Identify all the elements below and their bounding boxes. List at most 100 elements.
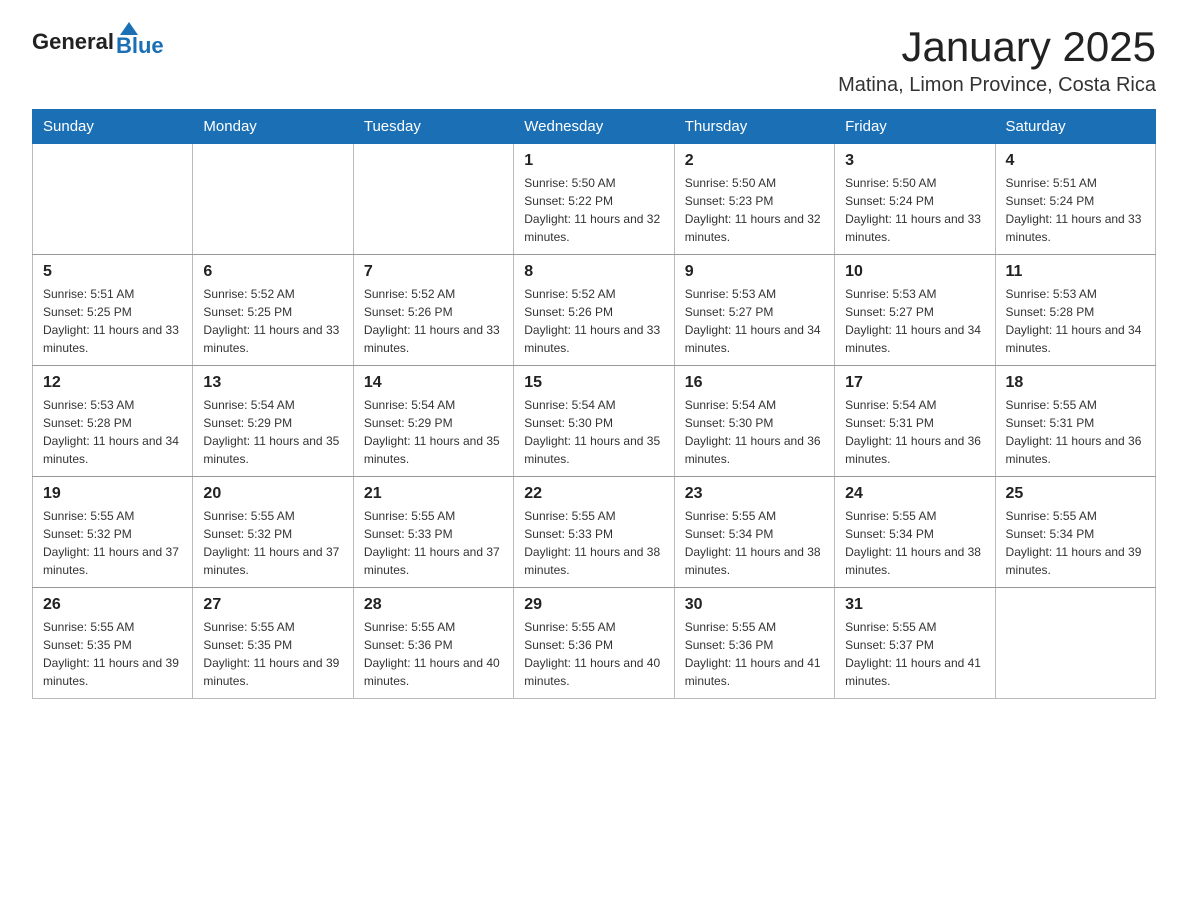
day-number: 5 (43, 263, 182, 281)
day-number: 9 (685, 263, 824, 281)
weekday-header-wednesday: Wednesday (514, 110, 674, 144)
day-number: 16 (685, 374, 824, 392)
logo-text-blue: Blue (116, 33, 164, 59)
page-header: General Blue January 2025 Matina, Limon … (32, 24, 1156, 97)
day-info: Sunrise: 5:53 AMSunset: 5:28 PMDaylight:… (43, 396, 182, 468)
day-info: Sunrise: 5:52 AMSunset: 5:26 PMDaylight:… (524, 285, 663, 357)
calendar-cell: 8 Sunrise: 5:52 AMSunset: 5:26 PMDaylight… (514, 255, 674, 366)
weekday-header-sunday: Sunday (33, 110, 193, 144)
location-title: Matina, Limon Province, Costa Rica (838, 74, 1156, 97)
calendar-cell: 27 Sunrise: 5:55 AMSunset: 5:35 PMDayligh… (193, 588, 353, 699)
day-number: 3 (845, 152, 984, 170)
day-info: Sunrise: 5:53 AMSunset: 5:27 PMDaylight:… (685, 285, 824, 357)
weekday-header-thursday: Thursday (674, 110, 834, 144)
day-number: 29 (524, 596, 663, 614)
day-number: 22 (524, 485, 663, 503)
calendar-cell: 6 Sunrise: 5:52 AMSunset: 5:25 PMDaylight… (193, 255, 353, 366)
day-info: Sunrise: 5:55 AMSunset: 5:36 PMDaylight:… (524, 618, 663, 690)
day-info: Sunrise: 5:54 AMSunset: 5:30 PMDaylight:… (685, 396, 824, 468)
calendar-cell: 30 Sunrise: 5:55 AMSunset: 5:36 PMDayligh… (674, 588, 834, 699)
day-number: 6 (203, 263, 342, 281)
calendar-cell: 2Sunrise: 5:50 AMSunset: 5:23 PMDaylight… (674, 144, 834, 255)
weekday-header-monday: Monday (193, 110, 353, 144)
day-number: 21 (364, 485, 503, 503)
day-info: Sunrise: 5:55 AMSunset: 5:32 PMDaylight:… (203, 507, 342, 579)
calendar-cell: 10Sunrise: 5:53 AMSunset: 5:27 PMDayligh… (835, 255, 995, 366)
day-number: 10 (845, 263, 984, 281)
day-number: 31 (845, 596, 984, 614)
calendar-cell: 29 Sunrise: 5:55 AMSunset: 5:36 PMDayligh… (514, 588, 674, 699)
day-number: 11 (1006, 263, 1145, 281)
day-info: Sunrise: 5:55 AMSunset: 5:35 PMDaylight:… (203, 618, 342, 690)
day-info: Sunrise: 5:55 AMSunset: 5:34 PMDaylight:… (845, 507, 984, 579)
day-number: 15 (524, 374, 663, 392)
calendar-cell: 4 Sunrise: 5:51 AMSunset: 5:24 PMDaylight… (995, 144, 1155, 255)
day-info: Sunrise: 5:54 AMSunset: 5:29 PMDaylight:… (203, 396, 342, 468)
calendar-cell: 20Sunrise: 5:55 AMSunset: 5:32 PMDayligh… (193, 477, 353, 588)
day-number: 12 (43, 374, 182, 392)
calendar-row-1: 5 Sunrise: 5:51 AMSunset: 5:25 PMDaylight… (33, 255, 1156, 366)
day-info: Sunrise: 5:52 AMSunset: 5:25 PMDaylight:… (203, 285, 342, 357)
weekday-header-tuesday: Tuesday (353, 110, 513, 144)
logo: General Blue (32, 24, 164, 59)
day-number: 8 (524, 263, 663, 281)
calendar-cell (353, 144, 513, 255)
day-info: Sunrise: 5:55 AMSunset: 5:33 PMDaylight:… (524, 507, 663, 579)
calendar-cell: 13 Sunrise: 5:54 AMSunset: 5:29 PMDayligh… (193, 366, 353, 477)
day-number: 30 (685, 596, 824, 614)
day-info: Sunrise: 5:53 AMSunset: 5:28 PMDaylight:… (1006, 285, 1145, 357)
calendar-cell (33, 144, 193, 255)
calendar-cell: 24 Sunrise: 5:55 AMSunset: 5:34 PMDayligh… (835, 477, 995, 588)
day-number: 24 (845, 485, 984, 503)
calendar-cell: 15 Sunrise: 5:54 AMSunset: 5:30 PMDayligh… (514, 366, 674, 477)
calendar-row-4: 26 Sunrise: 5:55 AMSunset: 5:35 PMDayligh… (33, 588, 1156, 699)
calendar-cell: 21Sunrise: 5:55 AMSunset: 5:33 PMDayligh… (353, 477, 513, 588)
day-info: Sunrise: 5:55 AMSunset: 5:32 PMDaylight:… (43, 507, 182, 579)
logo-text-general: General (32, 29, 114, 55)
calendar-cell: 7Sunrise: 5:52 AMSunset: 5:26 PMDaylight… (353, 255, 513, 366)
day-info: Sunrise: 5:55 AMSunset: 5:35 PMDaylight:… (43, 618, 182, 690)
day-number: 18 (1006, 374, 1145, 392)
calendar-cell: 28Sunrise: 5:55 AMSunset: 5:36 PMDayligh… (353, 588, 513, 699)
month-title: January 2025 (838, 24, 1156, 70)
day-info: Sunrise: 5:55 AMSunset: 5:34 PMDaylight:… (1006, 507, 1145, 579)
calendar-cell: 16 Sunrise: 5:54 AMSunset: 5:30 PMDayligh… (674, 366, 834, 477)
calendar-cell: 12 Sunrise: 5:53 AMSunset: 5:28 PMDayligh… (33, 366, 193, 477)
day-info: Sunrise: 5:55 AMSunset: 5:31 PMDaylight:… (1006, 396, 1145, 468)
calendar-cell: 11 Sunrise: 5:53 AMSunset: 5:28 PMDayligh… (995, 255, 1155, 366)
calendar-cell: 26 Sunrise: 5:55 AMSunset: 5:35 PMDayligh… (33, 588, 193, 699)
day-number: 26 (43, 596, 182, 614)
day-number: 14 (364, 374, 503, 392)
day-info: Sunrise: 5:51 AMSunset: 5:25 PMDaylight:… (43, 285, 182, 357)
title-block: January 2025 Matina, Limon Province, Cos… (838, 24, 1156, 97)
day-info: Sunrise: 5:51 AMSunset: 5:24 PMDaylight:… (1006, 174, 1145, 246)
day-number: 13 (203, 374, 342, 392)
day-info: Sunrise: 5:55 AMSunset: 5:34 PMDaylight:… (685, 507, 824, 579)
day-number: 4 (1006, 152, 1145, 170)
weekday-header-row: SundayMondayTuesdayWednesdayThursdayFrid… (33, 110, 1156, 144)
day-info: Sunrise: 5:55 AMSunset: 5:36 PMDaylight:… (685, 618, 824, 690)
calendar-cell: 22 Sunrise: 5:55 AMSunset: 5:33 PMDayligh… (514, 477, 674, 588)
calendar-cell: 18 Sunrise: 5:55 AMSunset: 5:31 PMDayligh… (995, 366, 1155, 477)
calendar-table: SundayMondayTuesdayWednesdayThursdayFrid… (32, 109, 1156, 699)
calendar-row-0: 1Sunrise: 5:50 AMSunset: 5:22 PMDaylight… (33, 144, 1156, 255)
day-number: 27 (203, 596, 342, 614)
day-number: 19 (43, 485, 182, 503)
calendar-cell: 19 Sunrise: 5:55 AMSunset: 5:32 PMDayligh… (33, 477, 193, 588)
calendar-cell (193, 144, 353, 255)
day-number: 25 (1006, 485, 1145, 503)
day-info: Sunrise: 5:54 AMSunset: 5:30 PMDaylight:… (524, 396, 663, 468)
day-number: 28 (364, 596, 503, 614)
day-number: 23 (685, 485, 824, 503)
calendar-cell: 5 Sunrise: 5:51 AMSunset: 5:25 PMDaylight… (33, 255, 193, 366)
calendar-row-3: 19 Sunrise: 5:55 AMSunset: 5:32 PMDayligh… (33, 477, 1156, 588)
calendar-cell (995, 588, 1155, 699)
calendar-cell: 17Sunrise: 5:54 AMSunset: 5:31 PMDayligh… (835, 366, 995, 477)
calendar-cell: 1Sunrise: 5:50 AMSunset: 5:22 PMDaylight… (514, 144, 674, 255)
day-info: Sunrise: 5:54 AMSunset: 5:29 PMDaylight:… (364, 396, 503, 468)
calendar-cell: 25 Sunrise: 5:55 AMSunset: 5:34 PMDayligh… (995, 477, 1155, 588)
calendar-row-2: 12 Sunrise: 5:53 AMSunset: 5:28 PMDayligh… (33, 366, 1156, 477)
day-number: 1 (524, 152, 663, 170)
calendar-cell: 31Sunrise: 5:55 AMSunset: 5:37 PMDayligh… (835, 588, 995, 699)
day-info: Sunrise: 5:50 AMSunset: 5:24 PMDaylight:… (845, 174, 984, 246)
